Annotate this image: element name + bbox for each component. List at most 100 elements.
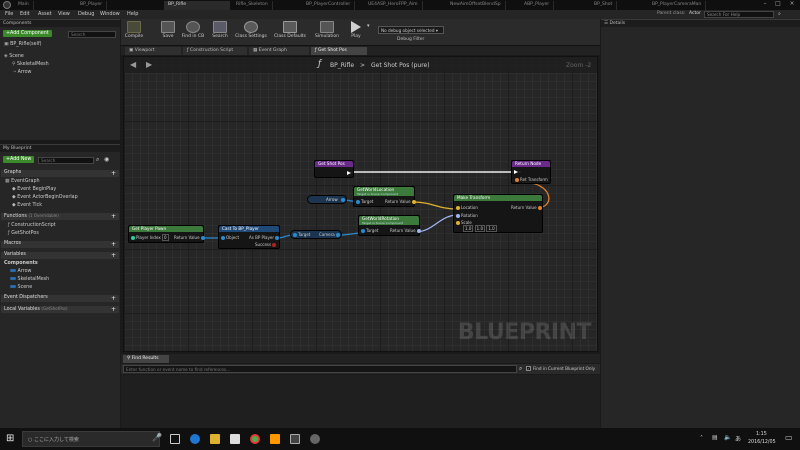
unreal-editor-icon[interactable] (310, 434, 320, 444)
debug-object-select[interactable]: No debug object selected ▾ (378, 26, 444, 34)
help-search-icon[interactable]: ⌕ (778, 11, 781, 17)
tab-bp-rifle[interactable]: BP_Rifle (164, 1, 230, 10)
microphone-icon[interactable]: 🎤 (152, 433, 162, 442)
add-new-button[interactable]: +Add New (3, 156, 35, 163)
add-graph-icon[interactable]: + (111, 170, 116, 177)
gpp-return-pin[interactable]: Return Value (174, 235, 206, 240)
ret-transform-pin[interactable]: Ret Transform (514, 177, 548, 182)
find-results-input[interactable]: Enter function or event name to find ref… (123, 365, 517, 373)
mt-scale-values[interactable]: 1.0 1.0 1.0 (463, 225, 497, 232)
tab-find-results[interactable]: ⚲ Find Results (123, 355, 169, 363)
search-icon[interactable]: ⌕ (96, 156, 99, 164)
gpp-index-pin[interactable]: Player Index 0 (130, 234, 169, 241)
tab-bp-playercontroller[interactable]: BP_PlayerController (302, 1, 356, 10)
exec-in-pin[interactable] (514, 169, 518, 174)
notifications-icon[interactable]: ▭ (785, 433, 793, 442)
cast-success-pin[interactable]: Success (255, 242, 277, 247)
tab-main[interactable]: Main (14, 1, 34, 10)
class-settings-button[interactable]: Class Settings (233, 21, 269, 39)
help-search-input[interactable]: Search For Help (704, 11, 774, 18)
tab-herofpp-aim[interactable]: UE4ASP_HeroFPP_Aim (364, 1, 423, 10)
node-arrow-variable[interactable]: Arrow (307, 195, 347, 204)
node-get-shot-pos[interactable]: Get Shot Pos (314, 160, 354, 178)
tab-bp-shot[interactable]: BP_Shot (590, 1, 618, 10)
menu-file[interactable]: File (5, 11, 13, 17)
node-get-player-pawn[interactable]: Get Player Pawn Player Index 0 Return Va… (128, 225, 206, 243)
find-search-icon[interactable]: ⌕ (519, 365, 522, 373)
gwr-return-pin[interactable]: Return Value (390, 228, 422, 233)
play-options-chevron-icon[interactable]: ▾ (367, 23, 370, 29)
tab-rifle-skeleton[interactable]: Rifle_Skeleton (232, 1, 273, 10)
taskbar-search-input[interactable]: ○ ここに入力して検索 (22, 431, 160, 447)
blueprint-graph-canvas[interactable]: ◀ ▶ ƒ BP_Rifle > Get Shot Pos (pure) Zoo… (123, 56, 598, 352)
tray-chevron-icon[interactable]: ˄ (700, 435, 703, 442)
section-macros[interactable]: Macros + (1, 241, 119, 248)
file-explorer-icon[interactable] (210, 434, 220, 444)
camera-out-pin[interactable]: Camera (319, 232, 341, 237)
graph-item-eventgraph[interactable]: ▦ EventGraph (5, 179, 40, 184)
tab-viewport[interactable]: ▣ Viewport (125, 47, 181, 55)
variable-item-skeletalmesh[interactable]: SkeletalMesh (10, 277, 49, 282)
gwl-return-pin[interactable]: Return Value (385, 199, 417, 204)
section-functions[interactable]: Functions (1 Overridable) + (1, 213, 119, 220)
add-macro-icon[interactable]: + (111, 241, 116, 248)
tab-event-graph[interactable]: ▦ Event Graph (249, 47, 309, 55)
task-view-icon[interactable] (170, 434, 180, 444)
gpp-index-value[interactable]: 0 (162, 234, 169, 241)
search-button[interactable]: Search (209, 21, 231, 39)
component-tree-item-scene[interactable]: ◈ Scene (4, 54, 24, 59)
find-in-cb-button[interactable]: Find in CB (179, 21, 207, 39)
tab-bp-player[interactable]: BP_Player (76, 1, 108, 10)
menu-asset[interactable]: Asset (38, 11, 52, 17)
function-item-constructionscript[interactable]: ƒ ConstructionScript (8, 223, 56, 228)
mt-scale-y[interactable]: 1.0 (474, 225, 486, 232)
maximize-icon[interactable]: □ (771, 0, 785, 9)
menu-debug[interactable]: Debug (78, 11, 94, 17)
exec-out-pin[interactable] (347, 170, 351, 175)
node-cast-to-bp-player[interactable]: Cast To BP_Player Object As BP Player Su… (218, 225, 280, 249)
minimize-icon[interactable]: – (758, 0, 772, 9)
chrome-icon[interactable] (250, 434, 260, 444)
cast-as-pin[interactable]: As BP Player (249, 235, 280, 240)
camera-target-pin[interactable]: Target (292, 232, 310, 237)
windows-start-icon[interactable]: ⊞ (6, 433, 14, 444)
simulation-button[interactable]: Simulation (313, 21, 341, 39)
view-options-icon[interactable]: ◉ (104, 156, 109, 163)
add-local-variable-icon[interactable]: + (111, 306, 116, 313)
edge-browser-icon[interactable] (190, 434, 200, 444)
node-return[interactable]: Return Node Ret Transform (511, 160, 551, 184)
node-make-transform[interactable]: Make Transform Location Rotation Scale 1… (453, 194, 543, 233)
save-button[interactable]: Save (157, 21, 179, 39)
component-self[interactable]: ▣ BP_Rifle(self) (4, 42, 42, 47)
event-item-beginplay[interactable]: ◆ Event BeginPlay (12, 187, 56, 192)
find-current-only-checkbox[interactable]: ✓ (526, 366, 531, 371)
close-icon[interactable]: × (785, 0, 799, 9)
section-event-dispatchers[interactable]: Event Dispatchers + (1, 295, 119, 302)
section-graphs[interactable]: Graphs + (1, 170, 119, 177)
tab-abp-player[interactable]: ABP_Player (520, 1, 555, 10)
menu-view[interactable]: View (58, 11, 70, 17)
add-component-button[interactable]: +Add Component (3, 30, 52, 37)
section-local-variables[interactable]: Local Variables (GetShotPos) + (1, 306, 119, 313)
add-dispatcher-icon[interactable]: + (111, 295, 116, 302)
mt-location-pin[interactable]: Location (455, 205, 478, 210)
node-get-world-rotation[interactable]: GetWorldRotation Target is Scene Compone… (358, 215, 422, 236)
epic-launcher-icon[interactable] (290, 434, 300, 444)
variable-item-scene[interactable]: Scene (10, 285, 32, 290)
taskbar-date[interactable]: 2016/12/05 (748, 440, 776, 445)
tab-construction-script[interactable]: ƒ Construction Script (183, 47, 247, 55)
compile-button[interactable]: Compile (123, 21, 145, 39)
menu-edit[interactable]: Edit (20, 11, 30, 17)
mt-scale-z[interactable]: 1.0 (486, 225, 497, 232)
app-icon[interactable] (270, 434, 280, 444)
node-camera-getter[interactable]: Target Camera (290, 230, 342, 239)
add-variable-icon[interactable]: + (111, 252, 116, 259)
function-item-getshotpos[interactable]: ƒ GetShotPos (8, 231, 39, 236)
my-blueprint-search-input[interactable]: Search (38, 157, 94, 164)
tab-get-shot-pos[interactable]: ƒ Get Shot Pos (311, 47, 367, 55)
add-function-icon[interactable]: + (111, 213, 116, 220)
play-button[interactable]: Play (345, 21, 367, 39)
tab-bp-cameraman[interactable]: BP_PlayerCameraMan (648, 1, 707, 10)
taskbar-time[interactable]: 1:15 (756, 432, 767, 437)
gwr-target-pin[interactable]: Target (360, 228, 378, 233)
